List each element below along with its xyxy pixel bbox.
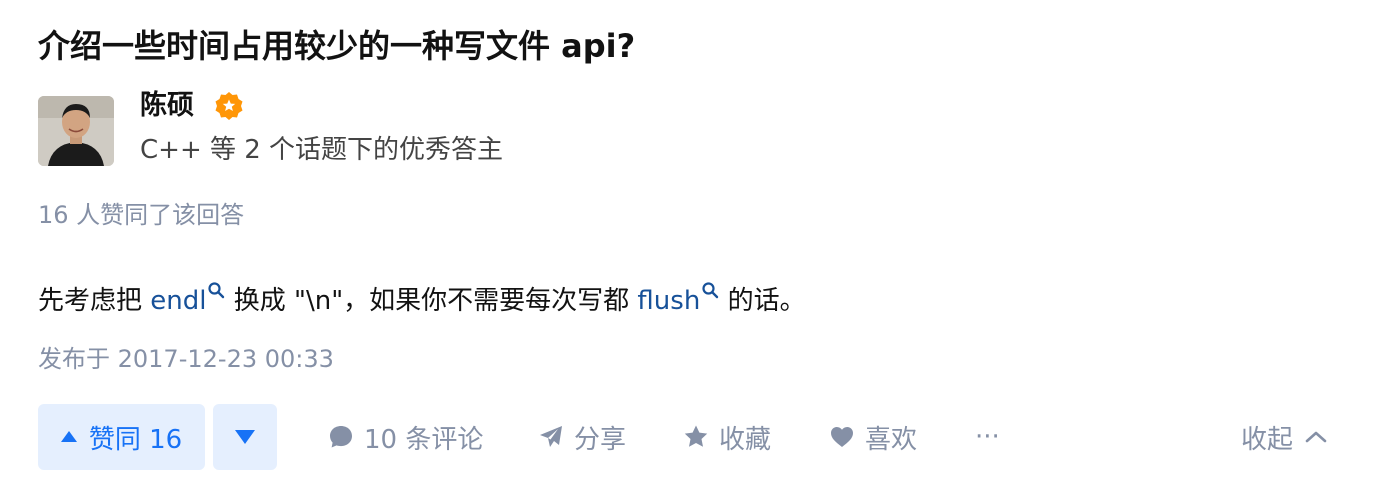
answer-content: 先考虑把 endl 换成 "\n"，如果你不需要每次写都 flush 的话。 (38, 280, 806, 322)
favorite-label: 收藏 (719, 424, 772, 455)
share-label: 分享 (574, 424, 627, 455)
verified-badge-icon (215, 92, 243, 120)
search-icon (208, 282, 225, 299)
upvote-button[interactable]: 赞同 16 (38, 404, 205, 470)
collapse-button[interactable]: 收起 (1241, 404, 1329, 470)
comments-label: 10 条评论 (364, 424, 484, 455)
comment-icon (330, 426, 352, 448)
avatar-image (38, 96, 114, 166)
like-button[interactable]: 喜欢 (829, 404, 917, 470)
comments-button[interactable]: 10 条评论 (328, 404, 483, 470)
heart-icon (831, 427, 853, 447)
vote-summary[interactable]: 16 人赞同了该回答 (38, 196, 244, 234)
term-link-flush[interactable]: flush (637, 282, 719, 316)
author-name[interactable]: 陈硕 (140, 86, 194, 126)
collapse-label: 收起 (1241, 424, 1294, 455)
more-button[interactable]: ··· (975, 404, 1000, 470)
triangle-down-icon (235, 430, 255, 444)
term-link-endl[interactable]: endl (150, 282, 225, 316)
triangle-up-icon (60, 430, 77, 442)
answer-text-segment: 先考虑把 (38, 286, 151, 316)
question-title[interactable]: 介绍一些时间占用较少的一种写文件 api? (38, 20, 635, 72)
author-avatar[interactable] (38, 96, 114, 166)
favorite-button[interactable]: 收藏 (683, 404, 771, 470)
upvote-label: 赞同 16 (88, 424, 183, 455)
answer-text-segment: 的话。 (719, 286, 806, 316)
search-icon (702, 282, 719, 299)
more-icon: ··· (975, 422, 1000, 452)
answer-text-segment: 换成 "\n"，如果你不需要每次写都 (225, 286, 638, 316)
term-link-text: flush (637, 286, 701, 316)
publish-time[interactable]: 发布于 2017-12-23 00:33 (38, 340, 334, 378)
like-label: 喜欢 (865, 424, 918, 455)
term-link-text: endl (150, 286, 207, 316)
share-button[interactable]: 分享 (538, 404, 626, 470)
action-bar: 赞同 16 10 条评论 分享 收藏 喜欢 ··· 收起 (38, 404, 1338, 470)
author-description: C++ 等 2 个话题下的优秀答主 (140, 135, 504, 165)
star-icon (684, 425, 708, 447)
downvote-button[interactable] (213, 404, 277, 470)
chevron-up-icon (1305, 431, 1327, 443)
share-icon (540, 426, 562, 447)
